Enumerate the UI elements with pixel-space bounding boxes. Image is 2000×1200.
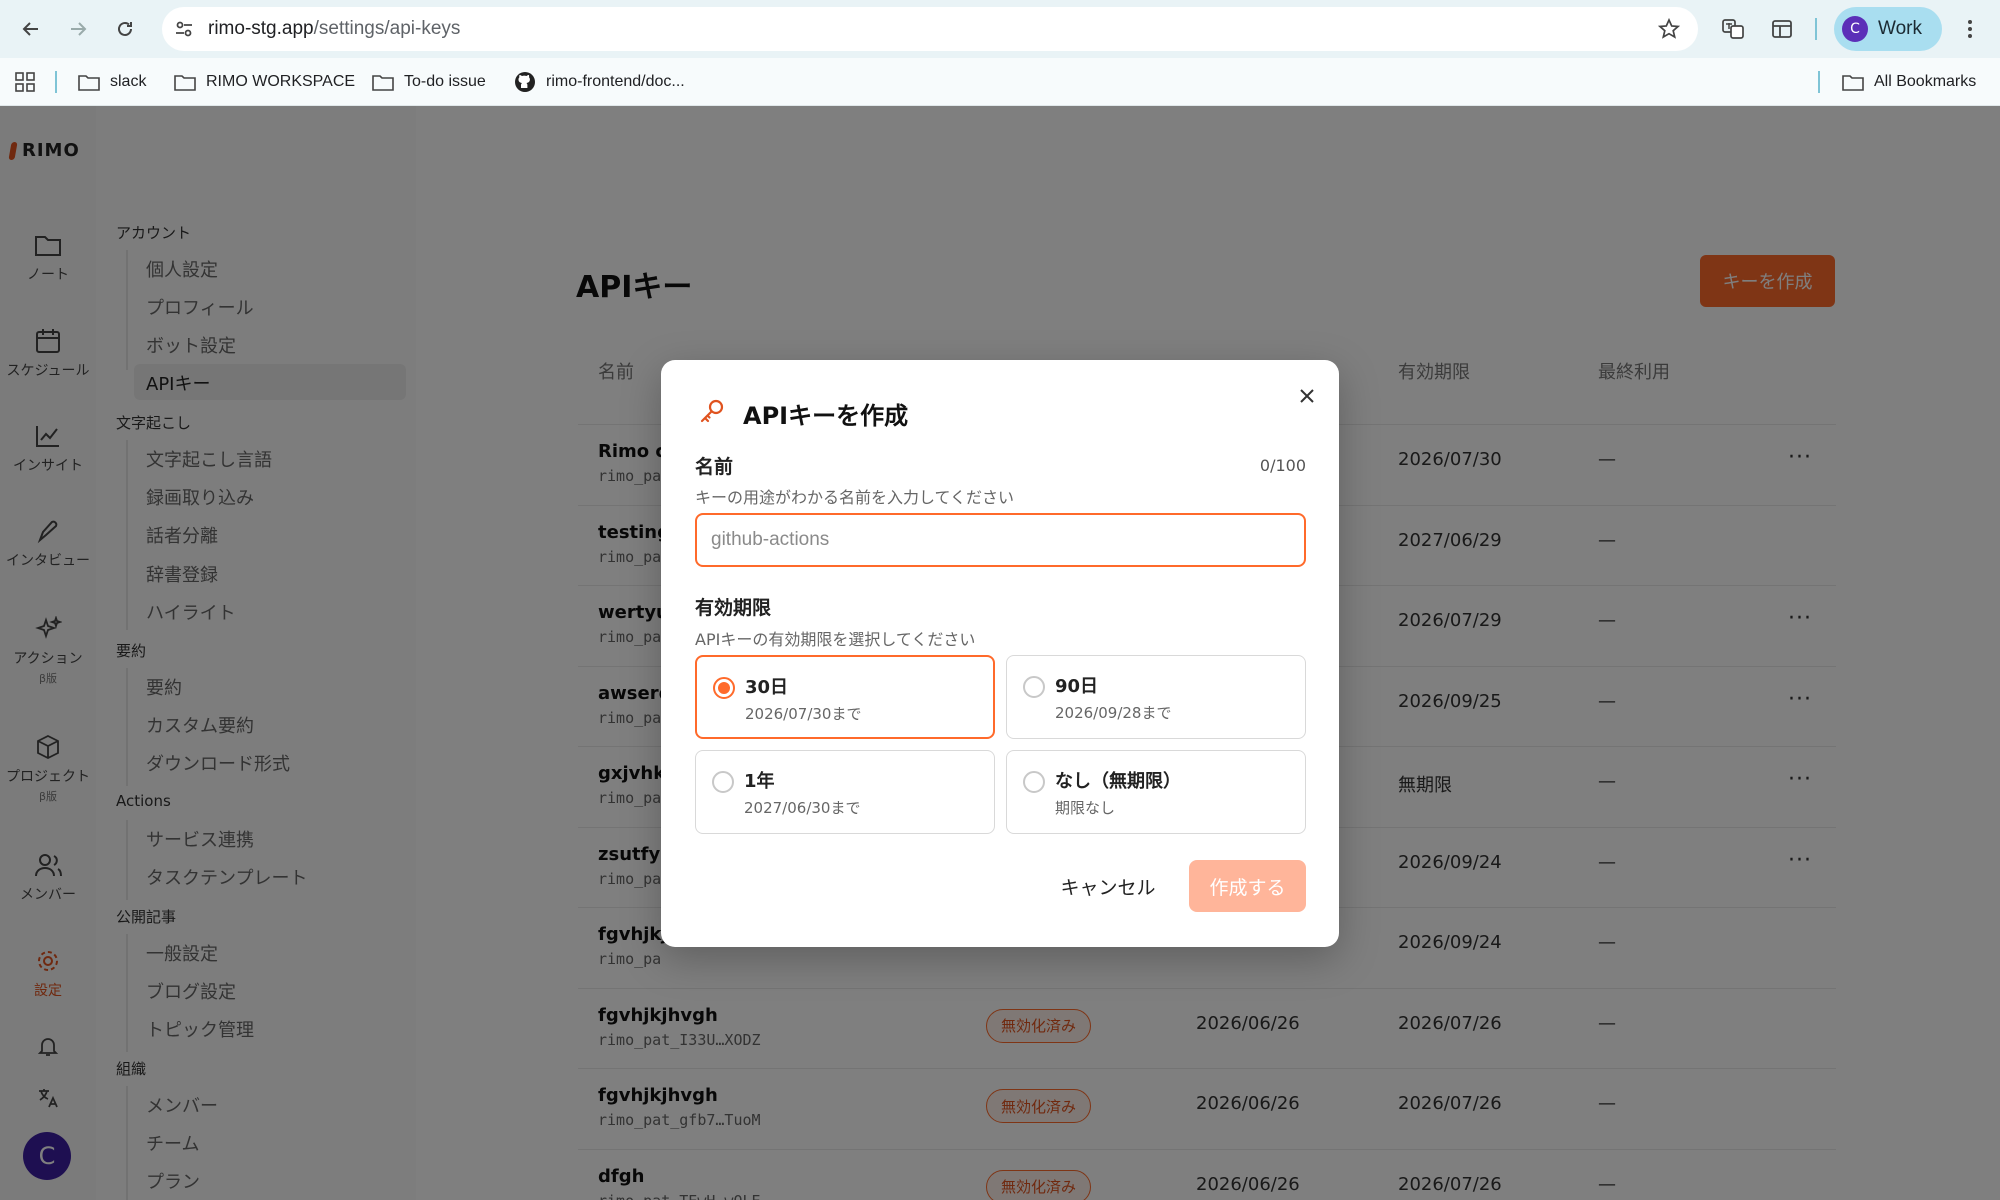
- key-icon: [700, 399, 724, 423]
- bookmarks-bar: slack RIMO WORKSPACE To-do issue rimo-fr…: [0, 58, 2000, 106]
- option-subtitle: 期限なし: [1055, 799, 1116, 817]
- bookmark-star-icon[interactable]: [1658, 18, 1680, 40]
- url-path: /settings/api-keys: [313, 18, 461, 39]
- bookmark-label: slack: [110, 73, 147, 90]
- radio-button[interactable]: [712, 771, 734, 793]
- bookmarks-separator: [55, 71, 57, 93]
- profile-chip[interactable]: C Work: [1834, 7, 1942, 51]
- dialog-title: APIキーを作成: [743, 402, 909, 430]
- reload-button[interactable]: [110, 14, 140, 44]
- apps-grid-icon: [15, 72, 35, 92]
- browser-menu-button[interactable]: [1955, 14, 1985, 44]
- option-subtitle: 2026/07/30まで: [745, 705, 862, 723]
- close-icon: [1300, 389, 1314, 403]
- option-title: 1年: [744, 771, 775, 792]
- side-panel-button[interactable]: [1767, 14, 1797, 44]
- bookmark-todo-issue[interactable]: To-do issue: [372, 70, 486, 94]
- url-text: rimo-stg.app/settings/api-keys: [208, 18, 460, 40]
- apps-button[interactable]: [14, 70, 36, 94]
- site-settings-icon[interactable]: [174, 19, 194, 39]
- expiry-option-90-days[interactable]: 90日 2026/09/28まで: [1006, 655, 1306, 739]
- cancel-button[interactable]: キャンセル: [1053, 860, 1163, 912]
- folder-icon: [1842, 75, 1864, 91]
- close-button[interactable]: [1293, 382, 1321, 410]
- toolbar-separator: [1815, 18, 1817, 40]
- all-bookmarks-button[interactable]: All Bookmarks: [1842, 70, 1976, 94]
- bookmark-rimo-frontend[interactable]: rimo-frontend/doc...: [514, 70, 685, 94]
- option-subtitle: 2027/06/30まで: [744, 799, 861, 817]
- bookmarks-separator: [1818, 71, 1820, 93]
- radio-button[interactable]: [1023, 771, 1045, 793]
- name-helper-text: キーの用途がわかる名前を入力してください: [695, 488, 1015, 507]
- profile-avatar: C: [1842, 16, 1868, 42]
- url-host: rimo-stg.app: [208, 18, 314, 39]
- radio-button[interactable]: [1023, 676, 1045, 698]
- profile-label: Work: [1878, 18, 1922, 39]
- forward-button[interactable]: [63, 14, 93, 44]
- all-bookmarks-label: All Bookmarks: [1874, 73, 1977, 90]
- back-arrow-icon: [22, 22, 38, 36]
- folder-icon: [78, 75, 100, 91]
- browser-toolbar: rimo-stg.app/settings/api-keys C Work: [0, 0, 2000, 58]
- create-submit-button[interactable]: 作成する: [1189, 860, 1306, 912]
- forward-arrow-icon: [71, 22, 87, 36]
- folder-icon: [174, 75, 196, 91]
- expiry-helper-text: APIキーの有効期限を選択してください: [695, 630, 976, 649]
- name-char-counter: 0/100: [1259, 456, 1306, 475]
- side-panel-icon: [1772, 20, 1792, 38]
- option-title: なし（無期限）: [1055, 771, 1181, 792]
- bookmark-label: RIMO WORKSPACE: [206, 73, 356, 90]
- bookmark-rimo-workspace[interactable]: RIMO WORKSPACE: [174, 70, 355, 94]
- bookmark-label: rimo-frontend/doc...: [546, 73, 685, 90]
- kebab-menu-icon: [1968, 20, 1972, 38]
- option-subtitle: 2026/09/28まで: [1055, 704, 1172, 722]
- bookmark-label: To-do issue: [404, 73, 486, 90]
- expiry-option-1-year[interactable]: 1年 2027/06/30まで: [695, 750, 995, 834]
- translate-icon: [1722, 19, 1744, 39]
- radio-button[interactable]: [713, 677, 735, 699]
- reload-icon: [118, 21, 132, 36]
- github-icon: [515, 72, 535, 92]
- bookmark-slack[interactable]: slack: [78, 70, 146, 94]
- expiry-label: 有効期限: [695, 597, 772, 619]
- expiry-option-30-days[interactable]: 30日 2026/07/30まで: [695, 655, 995, 739]
- back-button[interactable]: [16, 14, 46, 44]
- option-title: 30日: [745, 677, 789, 698]
- option-title: 90日: [1055, 676, 1099, 697]
- folder-icon: [372, 75, 394, 91]
- name-label: 名前: [695, 456, 734, 478]
- translate-button[interactable]: [1718, 14, 1748, 44]
- address-bar[interactable]: rimo-stg.app/settings/api-keys: [162, 7, 1698, 51]
- name-input[interactable]: [695, 513, 1306, 567]
- expiry-option-none[interactable]: なし（無期限） 期限なし: [1006, 750, 1306, 834]
- create-api-key-dialog: APIキーを作成 名前 0/100 キーの用途がわかる名前を入力してください 有…: [661, 360, 1339, 947]
